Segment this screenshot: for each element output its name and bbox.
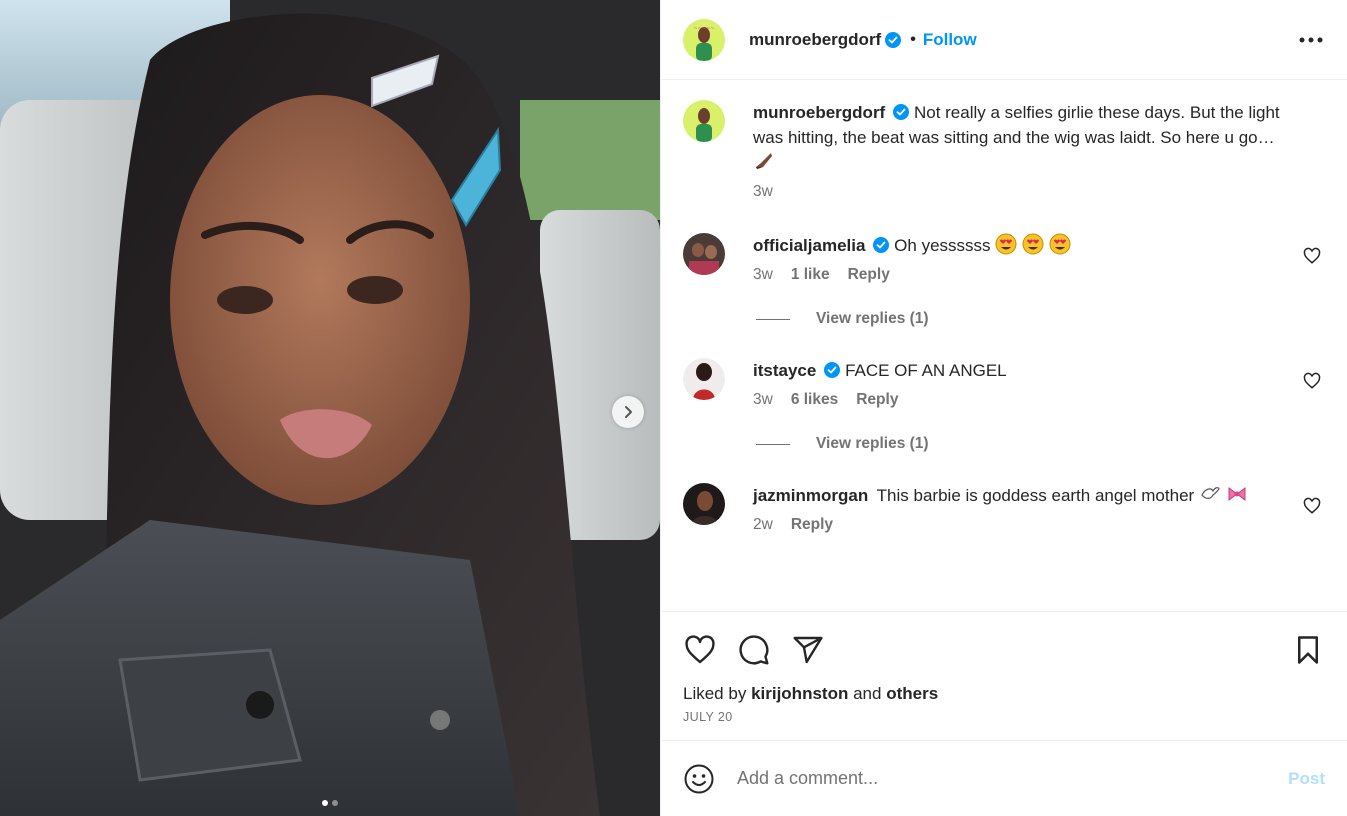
carousel-dot-active xyxy=(322,800,328,806)
post-date[interactable]: JULY 20 xyxy=(683,710,1325,740)
share-button[interactable] xyxy=(791,633,825,667)
add-comment-input[interactable] xyxy=(737,768,1289,789)
more-horizontal-icon xyxy=(1299,37,1323,42)
heart-eyes-emoji-icon xyxy=(995,233,1017,255)
comment-button[interactable] xyxy=(737,633,771,667)
heart-icon xyxy=(685,635,715,664)
carousel-dot xyxy=(332,800,338,806)
leg-emoji-icon xyxy=(756,153,772,169)
comment-bubble-icon xyxy=(739,635,769,665)
reply-button[interactable]: Reply xyxy=(848,266,890,284)
more-options-button[interactable] xyxy=(1297,26,1325,54)
next-image-button[interactable] xyxy=(612,396,644,428)
caption-author-avatar[interactable] xyxy=(683,100,725,142)
heart-eyes-emoji-icon xyxy=(1049,233,1071,255)
comment-timestamp[interactable]: 3w xyxy=(753,391,773,409)
reply-button[interactable]: Reply xyxy=(856,391,898,409)
comment-username[interactable]: officialjamelia xyxy=(753,236,865,255)
save-button[interactable] xyxy=(1291,633,1325,667)
replies-divider-line xyxy=(756,443,790,445)
verified-badge-icon xyxy=(885,31,902,48)
caption-text-block: munroebergdorf Not really a selfies girl… xyxy=(753,100,1289,175)
caption-meta: 3w xyxy=(753,183,1289,201)
replies-divider-line xyxy=(756,318,790,320)
comment-item: officialjamelia Oh yessssss 3w 1 like Re… xyxy=(683,233,1325,284)
comment-item: itstayce FACE OF AN ANGEL 3w 6 likes Rep… xyxy=(683,358,1325,409)
author-avatar[interactable]: ~~~~~ xyxy=(683,18,725,61)
like-comment-heart-icon[interactable] xyxy=(1303,372,1321,390)
liked-prefix: Liked by xyxy=(683,684,747,703)
emoji-picker-icon[interactable] xyxy=(683,763,715,795)
action-icons-row xyxy=(683,632,1325,668)
comment-timestamp[interactable]: 2w xyxy=(753,516,773,534)
post-side-panel: ~~~~~ munroebergdorf • Follow munroeberg… xyxy=(660,0,1347,816)
selfie-image xyxy=(0,0,660,816)
post-media xyxy=(0,0,660,816)
author-username[interactable]: munroebergdorf xyxy=(749,30,881,50)
liked-and: and xyxy=(853,684,882,703)
verified-badge-icon xyxy=(824,362,841,378)
liked-others-link[interactable]: others xyxy=(886,684,938,703)
comment-item: jazminmorgan This barbie is goddess eart… xyxy=(683,483,1325,534)
comment-username[interactable]: itstayce xyxy=(753,361,816,380)
commenter-avatar[interactable] xyxy=(683,483,725,525)
post-photo xyxy=(0,0,660,816)
header-separator: • xyxy=(910,30,916,48)
view-replies-label: View replies (1) xyxy=(816,310,929,327)
comment-text: FACE OF AN ANGEL xyxy=(845,361,1007,380)
view-replies-label: View replies (1) xyxy=(816,435,929,452)
chevron-right-icon xyxy=(625,406,632,418)
caption-timestamp[interactable]: 3w xyxy=(753,183,773,201)
comment-timestamp[interactable]: 3w xyxy=(753,266,773,284)
view-replies-button[interactable]: View replies (1) xyxy=(756,435,1325,453)
commenter-avatar[interactable] xyxy=(683,233,725,275)
caption: munroebergdorf Not really a selfies girl… xyxy=(683,100,1325,201)
post-actions: Liked by kirijohnston and others JULY 20 xyxy=(661,611,1347,740)
heart-eyes-emoji-icon xyxy=(1022,233,1044,255)
reply-button[interactable]: Reply xyxy=(791,516,833,534)
dove-bow-emoji-group xyxy=(1199,486,1248,505)
follow-button[interactable]: Follow xyxy=(923,30,977,50)
comment-composer: Post xyxy=(661,740,1347,816)
commenter-avatar[interactable] xyxy=(683,358,725,400)
caption-username[interactable]: munroebergdorf xyxy=(753,103,885,122)
svg-text:~~~~~: ~~~~~ xyxy=(694,26,715,32)
carousel-indicator xyxy=(0,800,660,806)
heart-eyes-emoji-group xyxy=(995,233,1071,255)
post-comment-button[interactable]: Post xyxy=(1288,769,1325,789)
like-comment-heart-icon[interactable] xyxy=(1303,497,1321,515)
liked-by-summary: Liked by kirijohnston and others xyxy=(683,684,1325,704)
like-comment-heart-icon[interactable] xyxy=(1303,247,1321,265)
ribbon-bow-emoji-icon xyxy=(1228,487,1246,501)
comments-list[interactable]: munroebergdorf Not really a selfies girl… xyxy=(661,80,1347,611)
comment-username[interactable]: jazminmorgan xyxy=(753,486,868,505)
verified-badge-icon xyxy=(893,104,910,120)
comment-likes[interactable]: 6 likes xyxy=(791,391,838,409)
verified-badge-icon xyxy=(873,237,890,253)
like-button[interactable] xyxy=(683,633,717,667)
send-paper-plane-icon xyxy=(793,636,823,664)
post-header: ~~~~~ munroebergdorf • Follow xyxy=(661,0,1347,80)
liked-by-user-link[interactable]: kirijohnston xyxy=(751,684,848,703)
bookmark-icon xyxy=(1298,636,1318,664)
dove-emoji-icon xyxy=(1201,487,1220,499)
comment-text: This barbie is goddess earth angel mothe… xyxy=(876,486,1195,505)
instagram-post-dialog: ~~~~~ munroebergdorf • Follow munroeberg… xyxy=(0,0,1347,816)
view-replies-button[interactable]: View replies (1) xyxy=(756,310,1325,328)
comment-likes[interactable]: 1 like xyxy=(791,266,830,284)
comment-text: Oh yessssss xyxy=(894,236,991,255)
